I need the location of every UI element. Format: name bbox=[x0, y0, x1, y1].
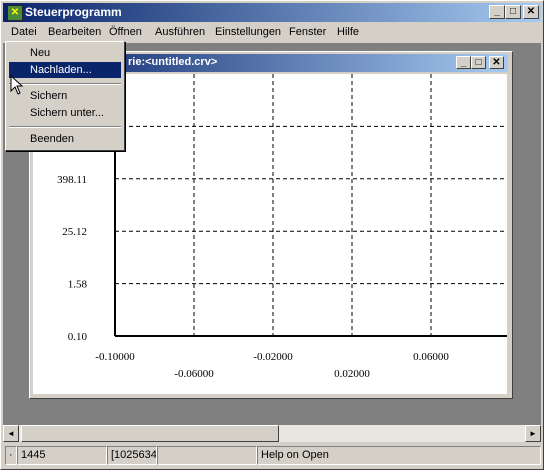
y-tick-label: 0.10 bbox=[68, 331, 88, 343]
plot-window-title: rie:<untitled.crv> bbox=[128, 56, 218, 68]
scroll-right-arrow-icon[interactable]: ► bbox=[525, 425, 541, 442]
horizontal-scrollbar[interactable]: ◄ ► bbox=[3, 425, 541, 442]
menu-item-sichern[interactable]: Sichern bbox=[9, 88, 121, 104]
menu-bar: Datei Bearbeiten Öffnen Ausführen Einste… bbox=[3, 23, 541, 42]
mouse-pointer-icon bbox=[10, 75, 24, 95]
title-bar[interactable]: ✕ Steuerprogramm _ □ ✕ bbox=[3, 3, 541, 22]
menu-ausfuehren[interactable]: Ausführen bbox=[155, 26, 205, 38]
child-minimize-button[interactable]: _ bbox=[456, 56, 471, 69]
status-pane-count: 1445 bbox=[17, 446, 107, 465]
menu-separator bbox=[9, 83, 121, 85]
status-help-text: Help on Open bbox=[257, 446, 541, 465]
x-tick-label: 0.02000 bbox=[334, 368, 370, 380]
scrollbar-thumb[interactable] bbox=[21, 425, 279, 442]
y-tick-label: 25.12 bbox=[62, 226, 87, 238]
status-pane-indicator: · bbox=[5, 446, 17, 465]
status-pane-value: [1025634 bbox=[107, 446, 157, 465]
app-title: Steuerprogramm bbox=[25, 5, 122, 19]
menu-bearbeiten[interactable]: Bearbeiten bbox=[48, 26, 101, 38]
menu-item-sichern-unter[interactable]: Sichern unter... bbox=[9, 105, 121, 121]
child-maximize-button[interactable]: □ bbox=[471, 56, 486, 69]
menu-item-beenden[interactable]: Beenden bbox=[9, 131, 121, 147]
minimize-button[interactable]: _ bbox=[489, 5, 505, 19]
y-tick-label: 398.11 bbox=[57, 174, 87, 186]
menu-item-nachladen[interactable]: Nachladen... bbox=[9, 62, 121, 78]
scroll-left-arrow-icon[interactable]: ◄ bbox=[3, 425, 19, 442]
main-window: ✕ Steuerprogramm _ □ ✕ Datei Bearbeiten … bbox=[0, 0, 544, 470]
x-tick-label: -0.02000 bbox=[253, 351, 293, 363]
status-bar: · 1445 [1025634 Help on Open bbox=[3, 444, 541, 468]
app-icon[interactable]: ✕ bbox=[7, 5, 23, 21]
x-tick-label: -0.10000 bbox=[95, 351, 135, 363]
x-tick-label: -0.06000 bbox=[174, 368, 214, 380]
y-tick-label: 1.58 bbox=[68, 279, 88, 291]
menu-datei[interactable]: Datei bbox=[11, 26, 37, 38]
close-button[interactable]: ✕ bbox=[523, 5, 539, 19]
maximize-button[interactable]: □ bbox=[505, 5, 521, 19]
menu-item-neu[interactable]: Neu bbox=[9, 45, 121, 61]
status-pane-empty bbox=[157, 446, 257, 465]
menu-oeffnen[interactable]: Öffnen bbox=[109, 26, 142, 38]
child-close-button[interactable]: ✕ bbox=[489, 56, 504, 69]
menu-separator bbox=[9, 126, 121, 128]
menu-einstellungen[interactable]: Einstellungen bbox=[215, 26, 281, 38]
x-tick-label: 0.06000 bbox=[413, 351, 449, 363]
menu-fenster[interactable]: Fenster bbox=[289, 26, 326, 38]
menu-hilfe[interactable]: Hilfe bbox=[337, 26, 359, 38]
